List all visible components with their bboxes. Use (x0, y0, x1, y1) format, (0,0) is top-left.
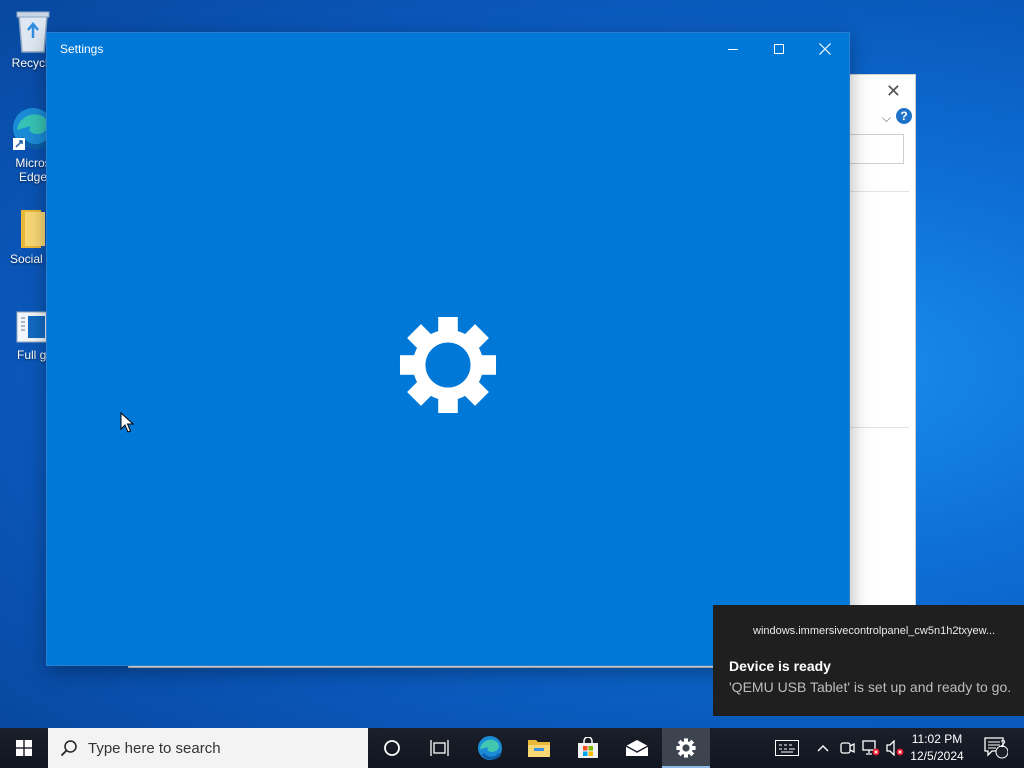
file-explorer-button[interactable] (515, 728, 563, 768)
notification-title: Device is ready (729, 658, 831, 674)
volume-muted-icon (886, 740, 904, 756)
clock[interactable]: 11:02 PM 12/5/2024 (906, 731, 968, 765)
close-icon (819, 43, 831, 55)
mail-button[interactable] (613, 728, 661, 768)
store-icon (578, 737, 598, 758)
cortana-button[interactable] (368, 728, 416, 768)
clock-time: 11:02 PM (911, 732, 963, 746)
divider (845, 191, 909, 192)
cortana-icon (384, 740, 400, 756)
network-button[interactable] (860, 728, 882, 768)
windows-logo-icon (16, 740, 32, 756)
settings-taskbar-button[interactable] (662, 728, 710, 768)
store-button[interactable] (564, 728, 612, 768)
volume-button[interactable] (884, 728, 906, 768)
meet-now-button[interactable] (836, 728, 858, 768)
meet-now-icon (840, 742, 855, 754)
notification-toast[interactable]: windows.immersivecontrolpanel_cw5n1h2txy… (713, 605, 1024, 716)
notification-body: 'QEMU USB Tablet' is set up and ready to… (729, 679, 1012, 695)
notification-count-badge: 2 (1000, 739, 1006, 750)
action-center-button[interactable]: 2 (976, 728, 1016, 768)
chevron-down-icon[interactable]: ⌵ (882, 111, 891, 126)
close-button[interactable] (802, 33, 848, 65)
divider (845, 427, 909, 428)
gear-icon (399, 316, 497, 414)
task-view-button[interactable] (416, 728, 464, 768)
search-box[interactable]: Type here to search (48, 728, 368, 768)
input-indicator-button[interactable] (772, 728, 802, 768)
chevron-up-icon (817, 745, 829, 752)
maximize-button[interactable] (756, 33, 802, 65)
clock-date: 12/5/2024 (910, 749, 964, 763)
taskbar-edge-button[interactable] (466, 728, 514, 768)
file-explorer-icon (528, 740, 550, 757)
input-indicator-icon (775, 740, 799, 756)
close-icon[interactable]: ✕ (886, 81, 901, 102)
notification-app-name: windows.immersivecontrolpanel_cw5n1h2txy… (753, 625, 996, 637)
network-icon (862, 740, 880, 756)
taskbar: Type here to search 11:02 PM 12/5/2024 2 (0, 728, 1024, 768)
window-title: Settings (60, 42, 104, 56)
title-bar[interactable]: Settings (47, 33, 849, 65)
maximize-icon (773, 43, 784, 54)
minimize-button[interactable] (710, 33, 756, 65)
search-icon (60, 740, 77, 757)
settings-icon (676, 738, 696, 758)
task-view-icon (430, 740, 449, 756)
start-button[interactable] (0, 728, 48, 768)
mouse-cursor-icon (120, 412, 134, 433)
settings-window[interactable]: Settings (47, 33, 849, 665)
minimize-icon (727, 48, 738, 50)
show-hidden-icons-button[interactable] (813, 728, 833, 768)
search-placeholder: Type here to search (88, 740, 221, 757)
edge-icon (478, 736, 502, 760)
mail-icon (625, 740, 649, 756)
help-icon[interactable]: ? (896, 108, 912, 124)
